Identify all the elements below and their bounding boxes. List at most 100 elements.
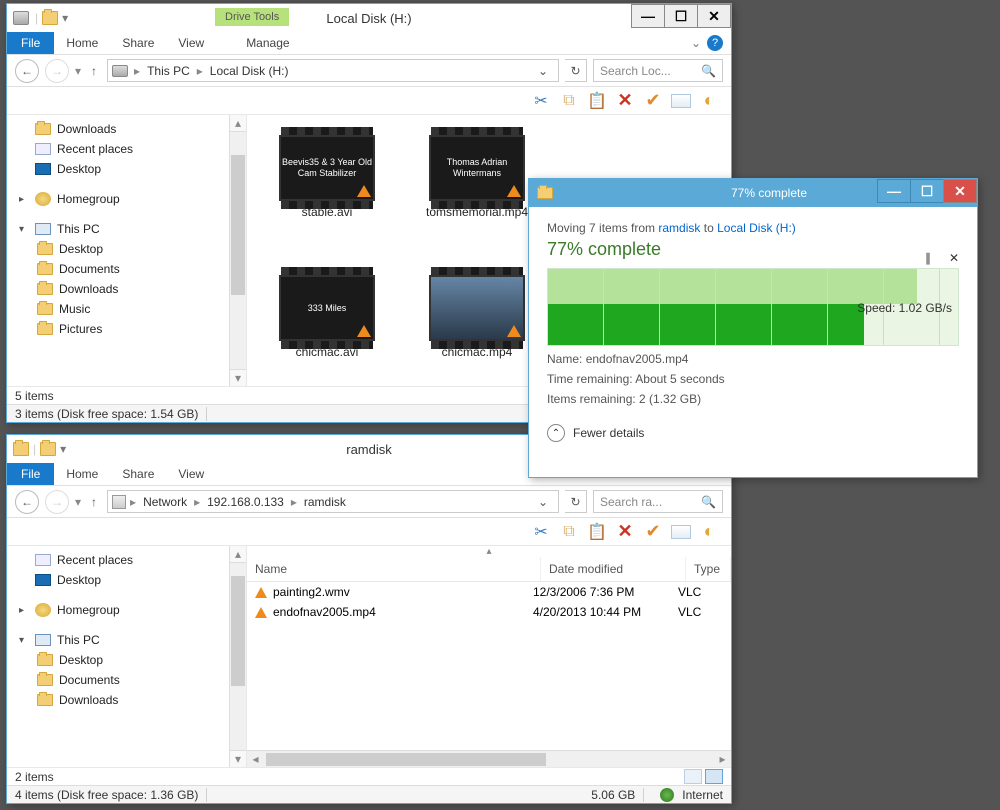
cut-icon[interactable]: ✂	[531, 91, 551, 111]
horizontal-scrollbar[interactable]: ◂ ▸	[247, 750, 731, 767]
cancel-button[interactable]: ✕	[949, 251, 959, 265]
breadcrumb-box[interactable]: ▸ Network ▸ 192.168.0.133 ▸ ramdisk ⌄	[107, 490, 559, 513]
file-item[interactable]: 333 Miles chicmac.avi	[267, 275, 387, 359]
scroll-down-icon[interactable]: ▾	[230, 369, 246, 386]
close-button[interactable]: ✕	[943, 179, 977, 203]
check-icon[interactable]: ✔	[643, 522, 663, 542]
pause-button[interactable]: ∥	[925, 251, 931, 265]
list-item[interactable]: painting2.wmv 12/3/2006 7:36 PM VLC	[247, 582, 731, 602]
view-details-button[interactable]	[684, 769, 702, 784]
tab-home[interactable]: Home	[54, 463, 110, 485]
crumb-sep-icon[interactable]: ▸	[195, 64, 205, 78]
nav-homegroup[interactable]: ▸Homegroup	[19, 600, 246, 620]
nav-recent-places[interactable]: Recent places	[19, 139, 246, 159]
tab-home[interactable]: Home	[54, 32, 110, 54]
breadcrumb[interactable]: This PC	[144, 64, 193, 78]
shell-icon[interactable]: ◐	[699, 522, 719, 542]
column-name[interactable]: Name	[247, 557, 541, 581]
breadcrumb-box[interactable]: ▸ This PC ▸ Local Disk (H:) ⌄	[107, 59, 559, 82]
up-button[interactable]: ↑	[87, 64, 101, 78]
nav-pc-desktop[interactable]: Desktop	[19, 239, 246, 259]
tab-view[interactable]: View	[166, 32, 216, 54]
nav-homegroup[interactable]: ▸Homegroup	[19, 189, 246, 209]
nav-pc-documents[interactable]: Documents	[19, 670, 246, 690]
tab-manage[interactable]: Manage	[234, 32, 301, 54]
scroll-up-icon[interactable]: ▴	[230, 115, 246, 132]
context-tab-drive-tools[interactable]: Drive Tools	[215, 8, 289, 26]
nav-pc-desktop[interactable]: Desktop	[19, 650, 246, 670]
copy-icon[interactable]: ⧉	[559, 522, 579, 542]
scroll-left-icon[interactable]: ◂	[247, 751, 264, 767]
maximize-button[interactable]: ☐	[664, 4, 698, 28]
column-resize-icon[interactable]: ▴	[247, 546, 731, 557]
list-item[interactable]: endofnav2005.mp4 4/20/2013 10:44 PM VLC	[247, 602, 731, 622]
tab-file[interactable]: File	[7, 463, 54, 485]
nav-pc-documents[interactable]: Documents	[19, 259, 246, 279]
nav-desktop[interactable]: Desktop	[19, 570, 246, 590]
copy-icon[interactable]: ⧉	[559, 91, 579, 111]
scroll-down-icon[interactable]: ▾	[230, 750, 246, 767]
crumb-sep-icon[interactable]: ▸	[289, 495, 299, 509]
tab-view[interactable]: View	[166, 463, 216, 485]
nav-pc-pictures[interactable]: Pictures	[19, 319, 246, 339]
scroll-up-icon[interactable]: ▴	[230, 546, 246, 563]
file-item[interactable]: chicmac.mp4	[417, 275, 537, 359]
address-dropdown-icon[interactable]: ⌄	[532, 495, 554, 509]
breadcrumb[interactable]: ramdisk	[301, 495, 349, 509]
search-input[interactable]: Search ra... 🔍	[593, 490, 723, 513]
history-chevron-icon[interactable]: ▾	[75, 64, 81, 78]
breadcrumb[interactable]: Local Disk (H:)	[207, 64, 292, 78]
breadcrumb[interactable]: 192.168.0.133	[204, 495, 287, 509]
up-button[interactable]: ↑	[87, 495, 101, 509]
fewer-details-toggle[interactable]: ⌃ Fewer details	[547, 424, 959, 442]
back-button[interactable]: ←	[15, 59, 39, 83]
mail-icon[interactable]	[671, 525, 691, 539]
source-link[interactable]: ramdisk	[658, 221, 700, 235]
new-folder-icon[interactable]	[40, 442, 56, 456]
refresh-button[interactable]: ↻	[565, 490, 587, 513]
mail-icon[interactable]	[671, 94, 691, 108]
qat-chevron-icon[interactable]: ▾	[62, 11, 68, 25]
close-button[interactable]: ✕	[697, 4, 731, 28]
delete-icon[interactable]: ✕	[615, 522, 635, 542]
nav-pc-downloads[interactable]: Downloads	[19, 279, 246, 299]
nav-pc-downloads[interactable]: Downloads	[19, 690, 246, 710]
nav-this-pc[interactable]: ▾This PC	[19, 219, 246, 239]
help-icon[interactable]: ?	[707, 35, 723, 51]
back-button[interactable]: ←	[15, 490, 39, 514]
delete-icon[interactable]: ✕	[615, 91, 635, 111]
tab-file[interactable]: File	[7, 32, 54, 54]
crumb-sep-icon[interactable]: ▸	[192, 495, 202, 509]
search-input[interactable]: Search Loc... 🔍	[593, 59, 723, 82]
ribbon-collapse-icon[interactable]: ⌄	[691, 36, 701, 50]
crumb-sep-icon[interactable]: ▸	[132, 64, 142, 78]
nav-scrollbar[interactable]: ▴ ▾	[229, 115, 246, 386]
new-folder-icon[interactable]	[42, 11, 58, 25]
cut-icon[interactable]: ✂	[531, 522, 551, 542]
scroll-right-icon[interactable]: ▸	[714, 751, 731, 767]
scroll-thumb[interactable]	[266, 753, 546, 766]
qat-chevron-icon[interactable]: ▾	[60, 442, 66, 456]
check-icon[interactable]: ✔	[643, 91, 663, 111]
file-item[interactable]: Thomas Adrian Wintermans tomsmemorial.mp…	[417, 135, 537, 219]
column-date[interactable]: Date modified	[541, 557, 686, 581]
breadcrumb[interactable]: Network	[140, 495, 190, 509]
nav-this-pc[interactable]: ▾This PC	[19, 630, 246, 650]
scroll-thumb[interactable]	[231, 576, 245, 686]
file-item[interactable]: Beevis35 & 3 Year Old Cam Stabilizer sta…	[267, 135, 387, 219]
shell-icon[interactable]: ◐	[699, 91, 719, 111]
address-dropdown-icon[interactable]: ⌄	[532, 64, 554, 78]
destination-link[interactable]: Local Disk (H:)	[717, 221, 796, 235]
paste-icon[interactable]: 📋	[587, 522, 607, 542]
tab-share[interactable]: Share	[110, 463, 166, 485]
view-icons-button[interactable]	[705, 769, 723, 784]
history-chevron-icon[interactable]: ▾	[75, 495, 81, 509]
crumb-sep-icon[interactable]: ▸	[128, 495, 138, 509]
refresh-button[interactable]: ↻	[565, 59, 587, 82]
minimize-button[interactable]: —	[877, 179, 911, 203]
nav-desktop[interactable]: Desktop	[19, 159, 246, 179]
tab-share[interactable]: Share	[110, 32, 166, 54]
column-type[interactable]: Type	[686, 557, 731, 581]
nav-scrollbar[interactable]: ▴ ▾	[229, 546, 246, 767]
nav-pc-music[interactable]: Music	[19, 299, 246, 319]
